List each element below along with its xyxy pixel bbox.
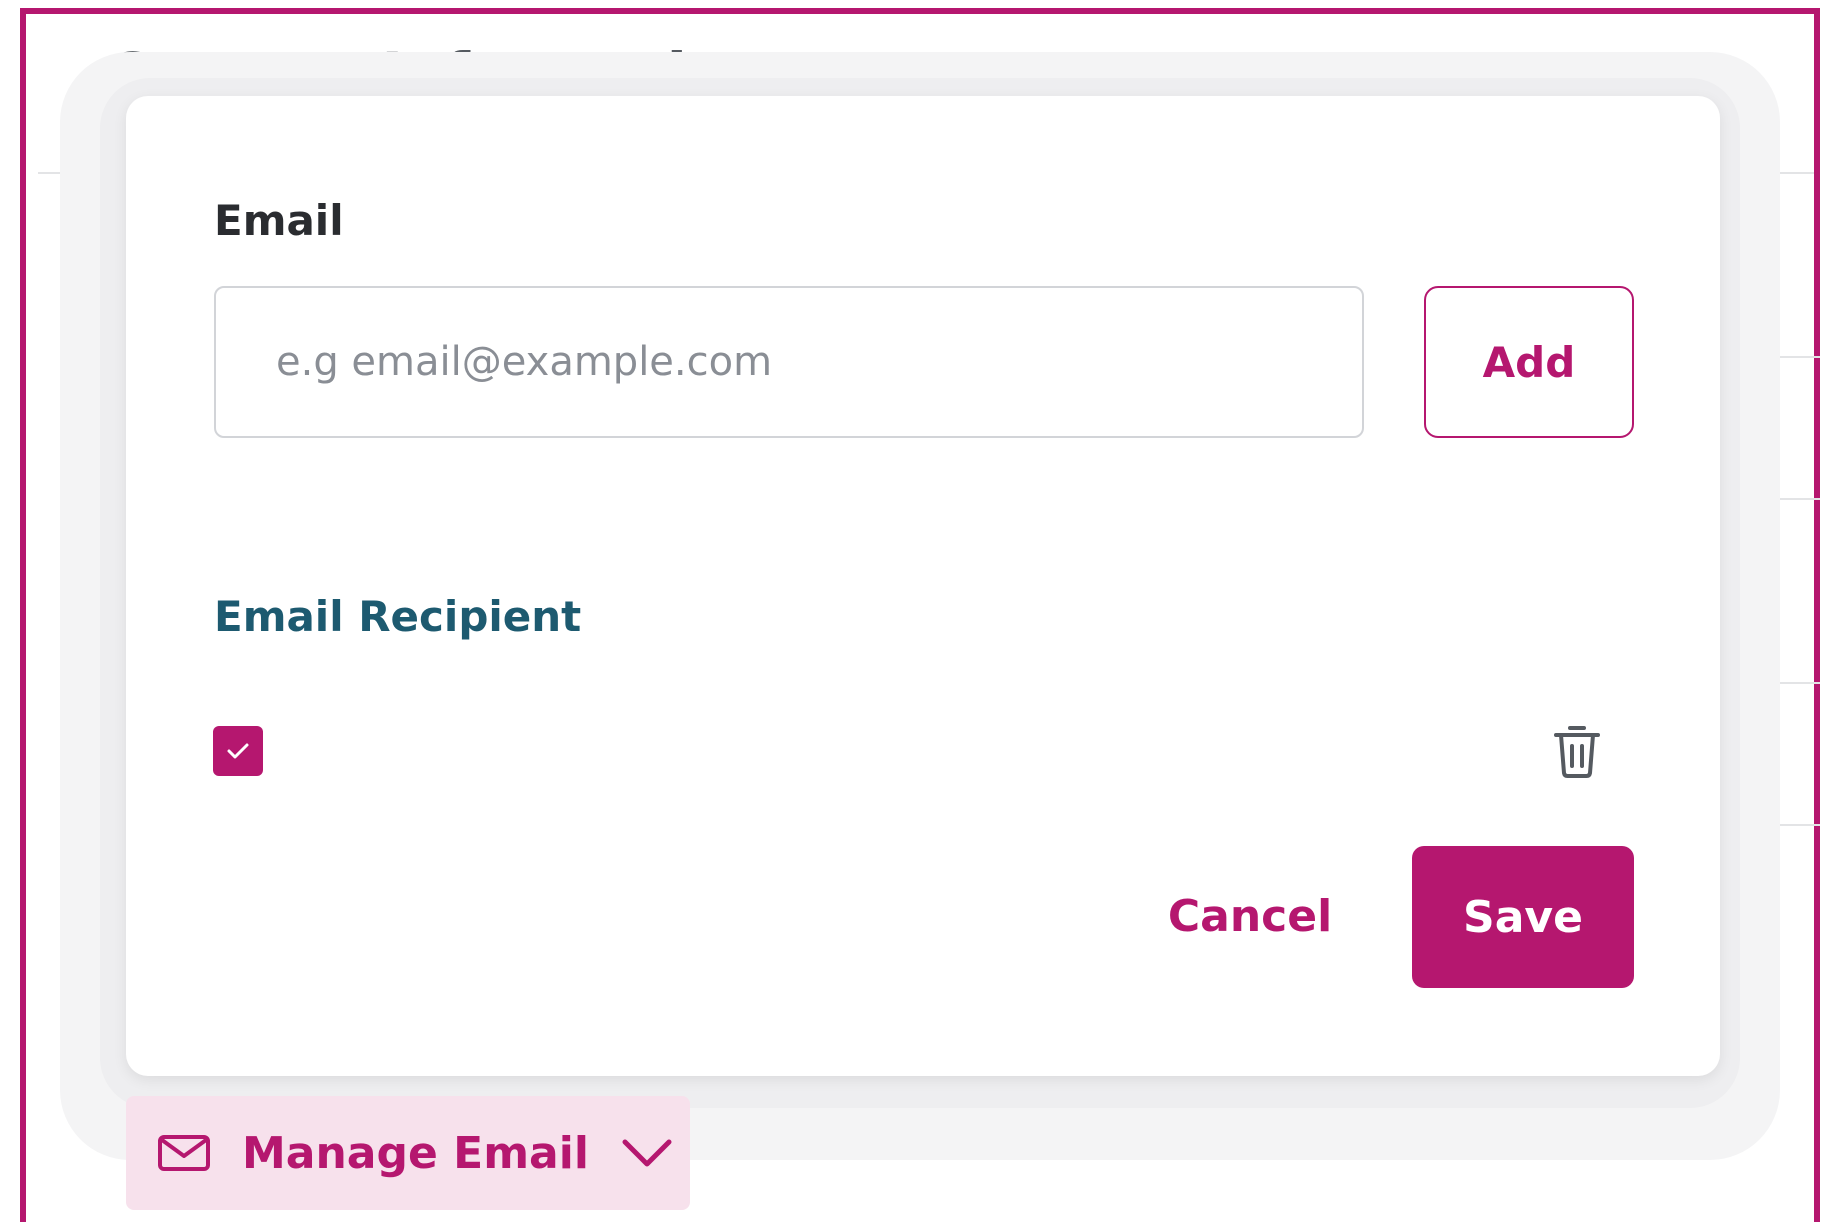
email-label: Email bbox=[214, 196, 344, 245]
save-button[interactable]: Save bbox=[1412, 846, 1634, 988]
add-button[interactable]: Add bbox=[1424, 286, 1634, 438]
email-recipient-heading: Email Recipient bbox=[214, 592, 582, 641]
check-icon bbox=[227, 743, 249, 759]
chevron-down-icon bbox=[622, 1139, 672, 1167]
mail-icon bbox=[158, 1135, 210, 1171]
email-input[interactable] bbox=[214, 286, 1364, 438]
manage-email-button[interactable]: Manage Email bbox=[126, 1096, 690, 1210]
recipient-checkbox[interactable] bbox=[213, 726, 263, 776]
cancel-button[interactable]: Cancel bbox=[1150, 846, 1350, 986]
manage-email-label: Manage Email bbox=[242, 1127, 589, 1179]
trash-icon[interactable] bbox=[1550, 722, 1604, 780]
